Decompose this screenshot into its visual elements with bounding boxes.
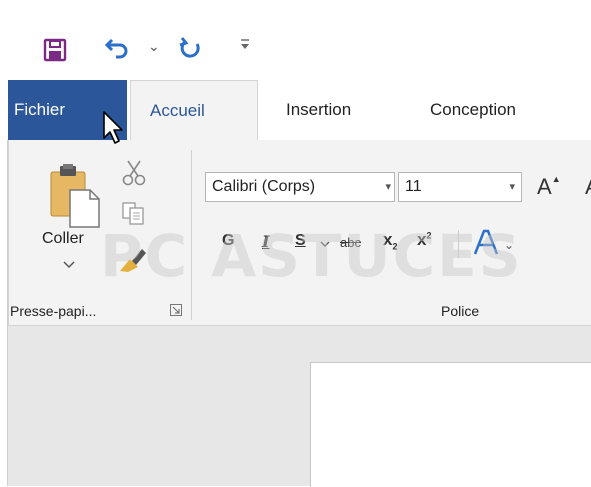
chevron-down-icon: ▾ (509, 181, 515, 193)
caret-up-icon: ▲ (551, 174, 561, 184)
tab-conception-label: Conception (430, 100, 517, 119)
grow-font-button[interactable]: A▲ (537, 174, 561, 200)
save-icon[interactable] (43, 38, 67, 67)
document-page[interactable] (310, 362, 591, 487)
dialog-launcher-icon[interactable] (170, 303, 182, 316)
tab-fichier-label: Fichier (14, 100, 66, 119)
font-name-value: Calibri (Corps) (212, 178, 316, 195)
paste-label[interactable]: Coller (42, 230, 84, 248)
tab-insertion[interactable]: Insertion (286, 80, 351, 140)
font-size-value: 11 (405, 178, 422, 195)
font-size-dropdown[interactable]: 11 ▾ (398, 172, 522, 202)
undo-dropdown-icon[interactable]: ⌄ (148, 38, 160, 55)
tab-conception[interactable]: Conception (430, 80, 516, 140)
ribbon-tabs: Fichier Accueil Insertion Conception (0, 80, 591, 141)
font-name-dropdown[interactable]: Calibri (Corps) ▾ (205, 172, 395, 202)
redo-icon[interactable] (178, 36, 204, 67)
clipboard-group-label: Presse-papi... (10, 303, 97, 319)
paste-icon[interactable] (50, 164, 102, 233)
shrink-font-button[interactable]: A (585, 174, 591, 200)
chevron-down-icon: ▾ (385, 181, 391, 193)
tab-accueil[interactable]: Accueil (130, 80, 258, 141)
undo-icon[interactable] (104, 36, 130, 65)
tab-accueil-label: Accueil (150, 101, 205, 120)
mouse-cursor-icon (102, 110, 128, 151)
quick-access-toolbar: ⌄ (0, 12, 591, 80)
watermark-logo: PC ASTUCES (100, 222, 523, 290)
word-window: ⌄ Fichier Accueil Insertion Conception C… (0, 0, 591, 487)
ribbon-border (8, 140, 9, 326)
tab-insertion-label: Insertion (286, 100, 352, 119)
font-group-label: Police (441, 303, 480, 319)
customize-toolbar-icon[interactable] (240, 37, 250, 54)
grow-font-label: A (537, 174, 552, 199)
cut-icon[interactable] (121, 160, 147, 191)
paste-dropdown-icon[interactable] (63, 256, 75, 274)
